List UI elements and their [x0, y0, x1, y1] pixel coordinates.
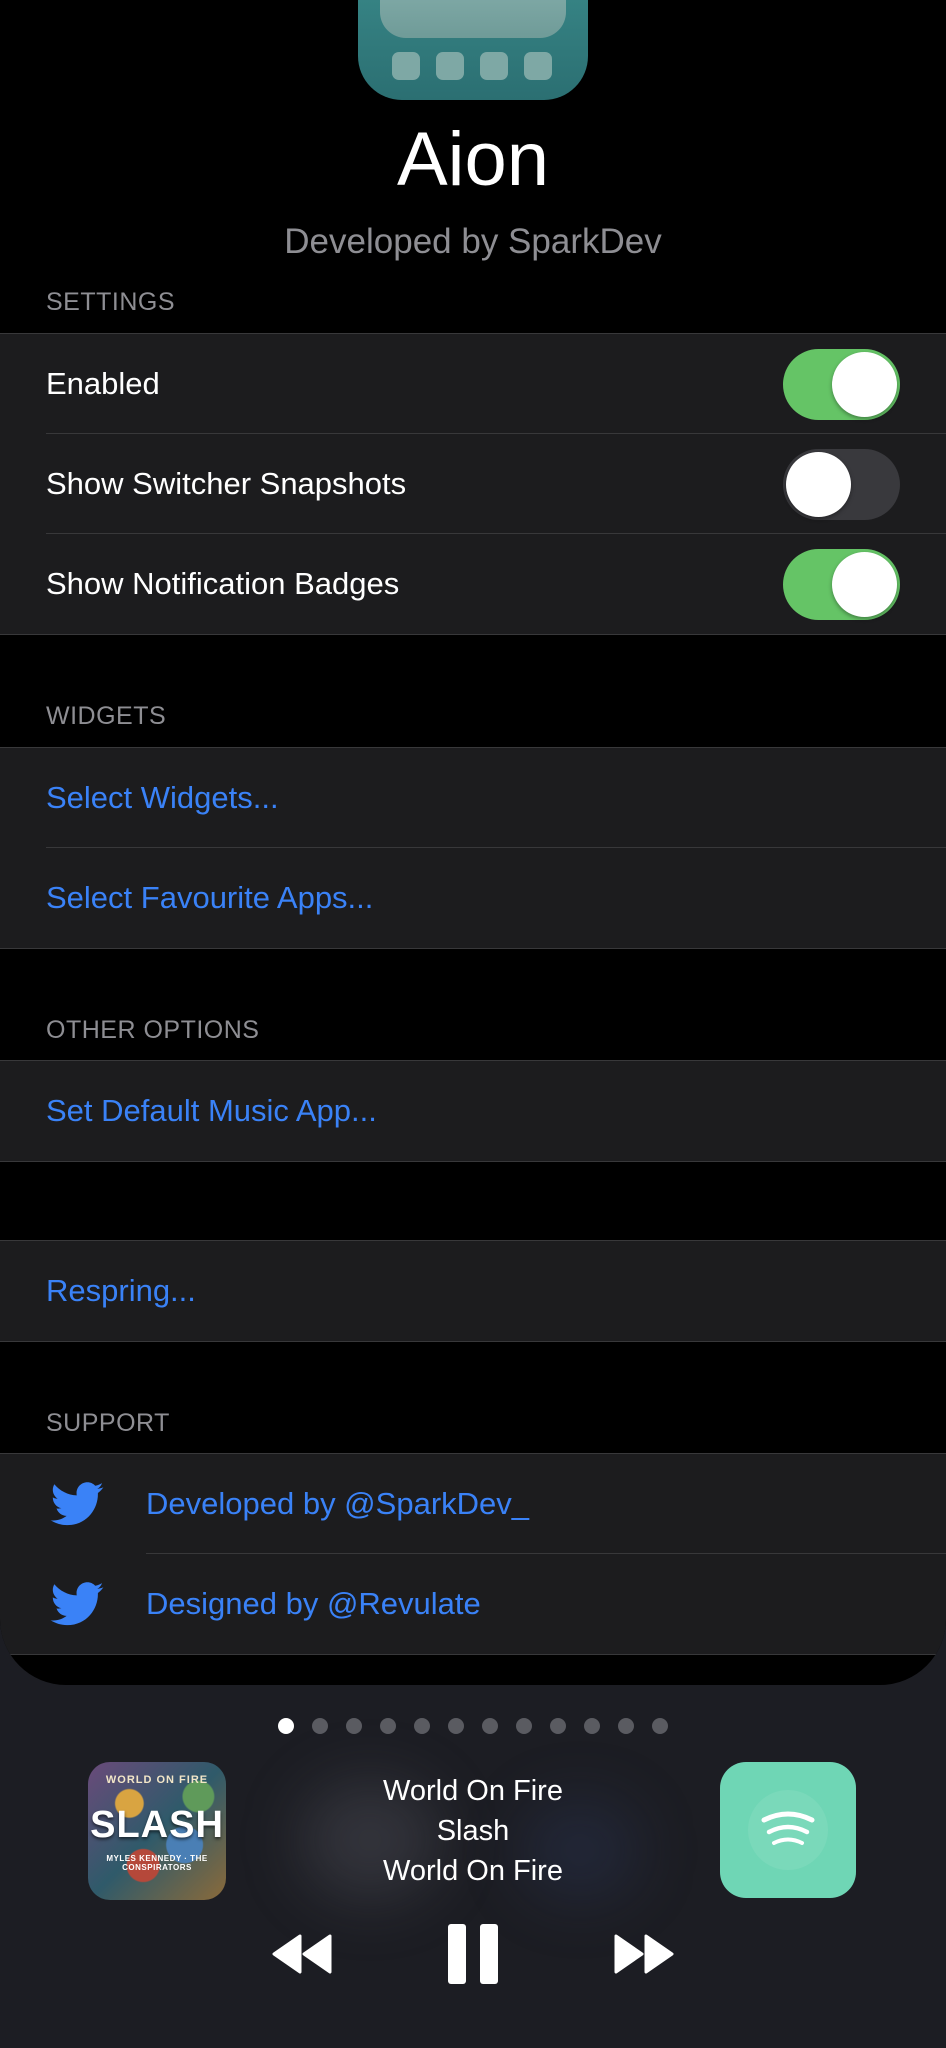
- show-notification-badges-toggle[interactable]: [783, 549, 900, 620]
- show-notification-badges-label: Show Notification Badges: [46, 566, 400, 601]
- album-name: World On Fire: [383, 1855, 563, 1887]
- show-notification-badges-row: Show Notification Badges: [0, 534, 946, 634]
- other-options-section-header: OTHER OPTIONS: [46, 1016, 260, 1044]
- page-dot[interactable]: [618, 1718, 634, 1734]
- spotify-icon[interactable]: [720, 1762, 856, 1898]
- settings-section-header: SETTINGS: [46, 288, 176, 316]
- album-art[interactable]: WORLD ON FIRE SLASH MYLES KENNEDY · THE …: [88, 1762, 226, 1900]
- enabled-row: Enabled: [0, 334, 946, 434]
- page-dot[interactable]: [550, 1718, 566, 1734]
- page-dot[interactable]: [346, 1718, 362, 1734]
- pause-icon[interactable]: [446, 1922, 500, 1986]
- show-switcher-snapshots-row: Show Switcher Snapshots: [0, 434, 946, 534]
- album-art-top-text: WORLD ON FIRE: [105, 1774, 209, 1786]
- set-default-music-app-link[interactable]: Set Default Music App...: [46, 1061, 377, 1161]
- show-switcher-snapshots-label: Show Switcher Snapshots: [46, 466, 407, 501]
- app-title: Aion: [396, 117, 550, 202]
- settings-group: Enabled Show Switcher Snapshots Show Not…: [0, 333, 946, 635]
- album-art-sub-text: MYLES KENNEDY · THE CONSPIRATORS: [106, 1854, 208, 1872]
- support-group: Developed by @SparkDev_ Designed by @Rev…: [0, 1453, 946, 1655]
- page-indicator[interactable]: [0, 1718, 946, 1736]
- album-art-main-text: SLASH: [90, 1804, 224, 1846]
- designed-by-row[interactable]: Designed by @Revulate: [0, 1554, 946, 1654]
- song-title: World On Fire: [383, 1775, 563, 1807]
- aion-app-icon: [358, 0, 588, 100]
- select-widgets-link[interactable]: Select Widgets...: [46, 748, 279, 848]
- page-dot[interactable]: [482, 1718, 498, 1734]
- respring-row[interactable]: Respring...: [0, 1241, 946, 1341]
- spotify-waves-icon: [761, 1811, 815, 1845]
- select-favourite-apps-row[interactable]: Select Favourite Apps...: [0, 848, 946, 948]
- page-dot[interactable]: [652, 1718, 668, 1734]
- show-switcher-snapshots-toggle[interactable]: [783, 449, 900, 520]
- widgets-section-header: WIDGETS: [46, 702, 167, 730]
- other-options-group: Set Default Music App...: [0, 1060, 946, 1162]
- enabled-label: Enabled: [46, 366, 160, 401]
- select-widgets-row[interactable]: Select Widgets...: [0, 748, 946, 848]
- developed-by-row[interactable]: Developed by @SparkDev_: [0, 1454, 946, 1554]
- developed-by-link[interactable]: Developed by @SparkDev_: [146, 1454, 529, 1554]
- fast-forward-icon[interactable]: [612, 1932, 676, 1976]
- rewind-icon[interactable]: [270, 1932, 334, 1976]
- select-favourite-apps-link[interactable]: Select Favourite Apps...: [46, 848, 373, 948]
- page-dot[interactable]: [380, 1718, 396, 1734]
- respring-link[interactable]: Respring...: [46, 1241, 196, 1341]
- settings-card: Aion Developed by SparkDev SETTINGS Enab…: [0, 0, 946, 1685]
- set-default-music-app-row[interactable]: Set Default Music App...: [0, 1061, 946, 1161]
- page-dot[interactable]: [516, 1718, 532, 1734]
- twitter-icon: [50, 1582, 104, 1626]
- respring-group: Respring...: [0, 1240, 946, 1342]
- page-dot[interactable]: [278, 1718, 294, 1734]
- page-dot[interactable]: [414, 1718, 430, 1734]
- artist-name: Slash: [436, 1815, 510, 1847]
- page-dot[interactable]: [312, 1718, 328, 1734]
- support-section-header: SUPPORT: [46, 1409, 170, 1437]
- page-dot[interactable]: [448, 1718, 464, 1734]
- twitter-icon: [50, 1482, 104, 1526]
- widgets-group: Select Widgets... Select Favourite Apps.…: [0, 747, 946, 949]
- enabled-toggle[interactable]: [783, 349, 900, 420]
- page-dot[interactable]: [584, 1718, 600, 1734]
- app-subtitle: Developed by SparkDev: [284, 222, 662, 261]
- designed-by-link[interactable]: Designed by @Revulate: [146, 1554, 481, 1654]
